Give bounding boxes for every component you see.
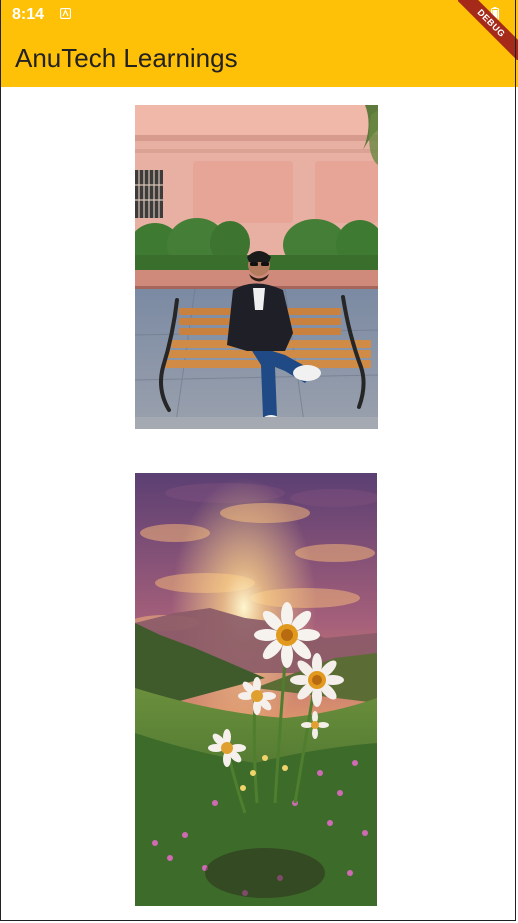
debug-label: DEBUG <box>458 0 518 60</box>
android-notification-icon <box>60 8 71 19</box>
status-time: 8:14 <box>12 6 45 23</box>
status-bar: 8:14 <box>0 0 518 30</box>
debug-banner: DEBUG <box>458 0 518 60</box>
app-title: AnuTech Learnings <box>15 43 238 73</box>
image-sunset-daisies <box>135 473 377 906</box>
image-man-on-bench <box>135 105 378 429</box>
